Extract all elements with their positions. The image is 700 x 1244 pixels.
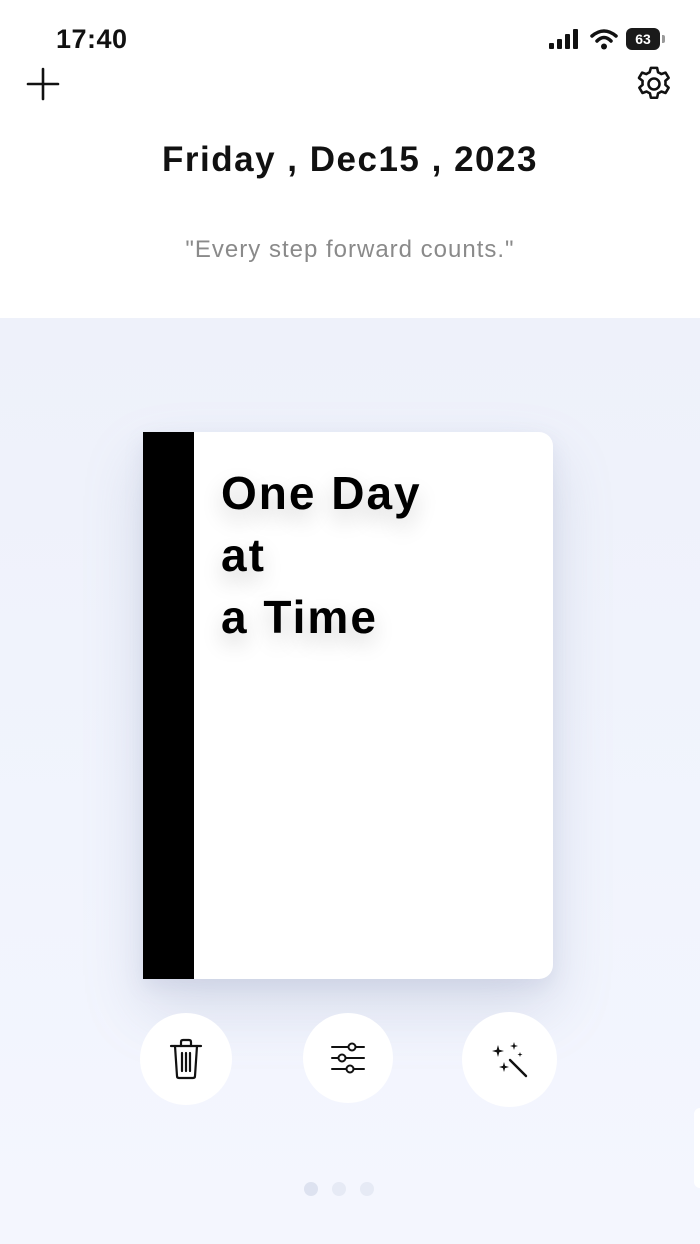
battery-icon: 63 [626, 28, 665, 50]
home-screen: 17:40 63 Friday , Dec15 , 2023 "Every st… [0, 0, 700, 1244]
journal-book-cover[interactable]: One Day at a Time [143, 432, 553, 979]
book-title-line: One Day [221, 467, 422, 519]
status-time: 17:40 [56, 24, 128, 54]
settings-button[interactable] [632, 62, 676, 106]
magic-wand-icon [491, 1041, 527, 1077]
page-dot[interactable] [360, 1182, 374, 1196]
battery-level: 63 [635, 31, 651, 47]
wifi-icon [590, 29, 618, 50]
trash-icon [169, 1038, 203, 1080]
page-dot[interactable] [332, 1182, 346, 1196]
book-spine [143, 432, 194, 979]
magic-button[interactable] [462, 1012, 557, 1107]
book-title-line: at [221, 529, 266, 581]
sliders-icon [331, 1042, 365, 1074]
adjust-button[interactable] [303, 1013, 393, 1103]
status-icons: 63 [548, 28, 665, 50]
status-bar: 17:40 63 [0, 0, 700, 60]
book-title: One Day at a Time [221, 462, 541, 648]
page-indicator [304, 1182, 374, 1196]
gear-icon [637, 66, 670, 100]
book-title-line: a Time [221, 591, 378, 643]
date-title: Friday , Dec15 , 2023 [162, 140, 538, 179]
delete-button[interactable] [140, 1013, 232, 1105]
plus-icon [26, 67, 60, 101]
panel-edge [694, 1108, 700, 1188]
daily-quote: "Every step forward counts." [185, 236, 515, 263]
signal-icon [549, 29, 578, 49]
page-dot[interactable] [304, 1182, 318, 1196]
add-button[interactable] [22, 62, 64, 104]
